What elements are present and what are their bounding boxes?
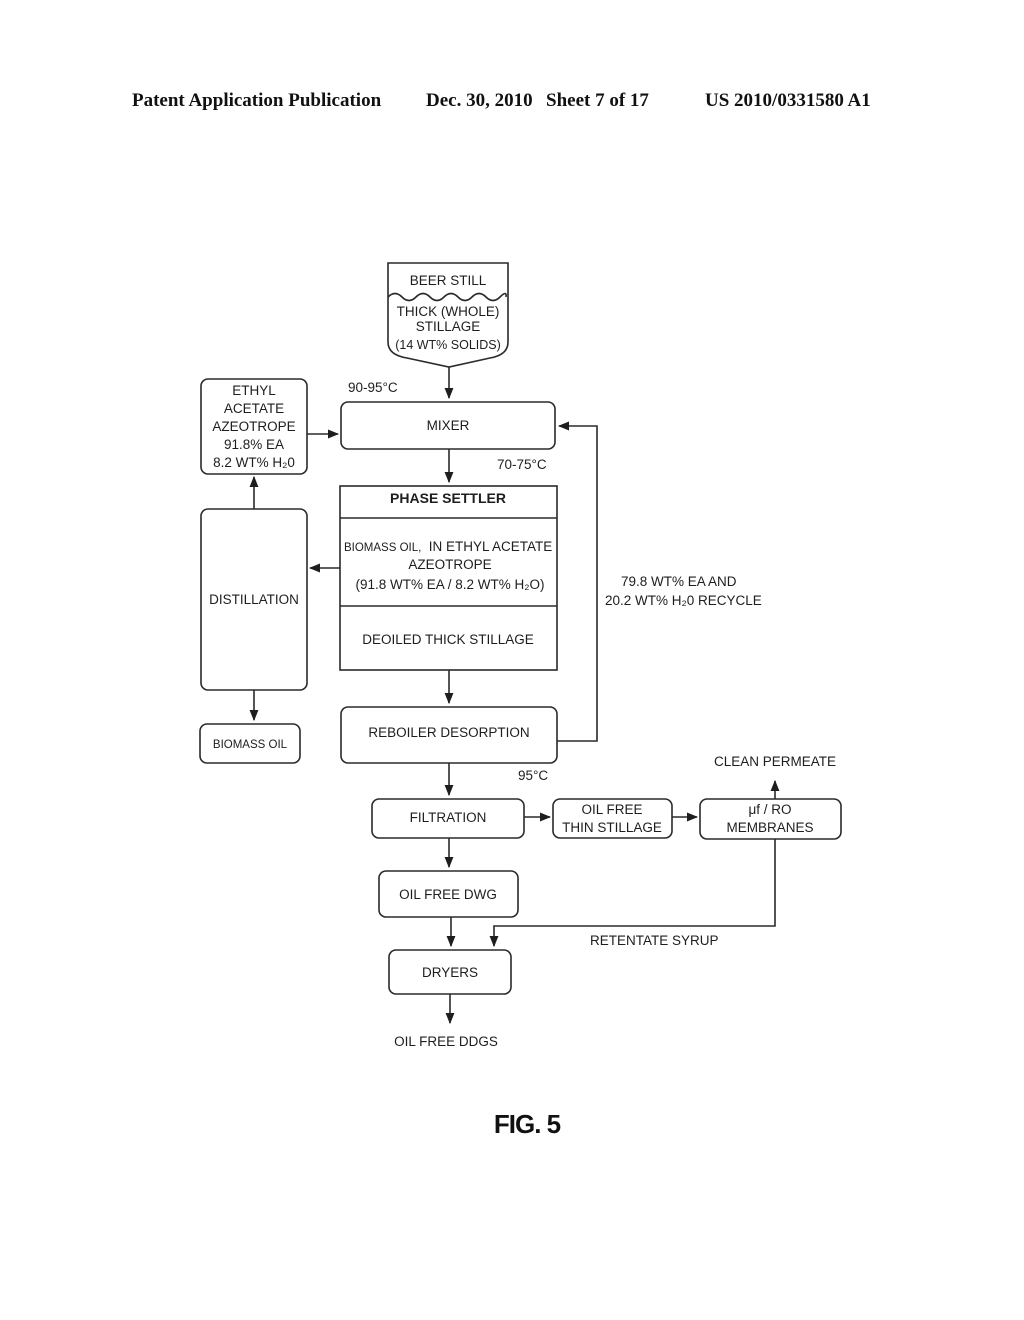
oil-free-dwg-label: OIL FREE DWG — [399, 887, 497, 902]
membranes-line1: μf / RO — [748, 802, 791, 817]
reboiler-label: REBOILER DESORPTION — [368, 725, 529, 740]
recycle-line — [557, 421, 598, 742]
ea-line3: AZEOTROPE — [212, 419, 295, 434]
retentate-label: RETENTATE SYRUP — [590, 933, 719, 948]
figure-label: FIG. 5 — [494, 1109, 561, 1139]
recycle-line2: 20.2 WT% H₂0 RECYCLE — [605, 593, 762, 608]
ea-line4: 91.8% EA — [224, 437, 284, 452]
ddgs-label: OIL FREE DDGS — [394, 1034, 498, 1049]
deoiled-stillage: DEOILED THICK STILLAGE — [362, 632, 534, 647]
reboiler-box: REBOILER DESORPTION — [340, 706, 558, 764]
dryers-label: DRYERS — [422, 965, 478, 980]
biomass-oil-label: BIOMASS OIL — [213, 739, 288, 751]
settler-line3: (91.8 WT% EA / 8.2 WT% H₂O) — [355, 577, 544, 592]
temp-mixer-in: 90-95°C — [348, 380, 398, 395]
ea-line2: ACETATE — [224, 401, 284, 416]
clean-permeate-label: CLEAN PERMEATE — [714, 754, 836, 769]
settler-line2: AZEOTROPE — [408, 557, 491, 572]
in-ethyl-acetate: IN ETHYL ACETATE — [429, 539, 553, 554]
distillation-label: DISTILLATION — [209, 592, 299, 607]
membranes-line2: MEMBRANES — [726, 820, 813, 835]
beer-still-line1: THICK (WHOLE) — [397, 304, 500, 319]
process-flow-diagram: BEER STILL THICK (WHOLE) STILLAGE (14 WT… — [199, 262, 842, 1139]
ea-line5: 8.2 WT% H₂0 — [213, 455, 295, 470]
distillation-box: DISTILLATION — [200, 508, 308, 691]
thin-stillage-box: OIL FREE THIN STILLAGE — [552, 798, 673, 839]
filtration-label: FILTRATION — [410, 810, 487, 825]
beer-still-line3: (14 WT% SOLIDS) — [395, 338, 501, 352]
membranes-box: μf / RO MEMBRANES — [699, 798, 842, 840]
thin-stillage-line1: OIL FREE — [581, 802, 642, 817]
recycle-line1: 79.8 WT% EA AND — [621, 574, 737, 589]
biomass-oil-box: BIOMASS OIL — [199, 723, 301, 764]
phase-settler-title: PHASE SETTLER — [390, 490, 506, 506]
mixer-box: MIXER — [340, 401, 556, 450]
oil-free-dwg-box: OIL FREE DWG — [378, 870, 519, 918]
beer-still-line2: STILLAGE — [416, 319, 481, 334]
temp-mixer-out: 70-75°C — [497, 457, 547, 472]
dryers-box: DRYERS — [388, 949, 512, 995]
retentate-line — [489, 839, 776, 948]
temp-reboiler-out: 95°C — [518, 768, 548, 783]
filtration-box: FILTRATION — [371, 798, 525, 839]
ea-line1: ETHYL — [232, 383, 276, 398]
mixer-label: MIXER — [427, 418, 470, 433]
phase-settler-box: PHASE SETTLER BIOMASS OIL, IN ETHYL ACET… — [339, 485, 558, 671]
ethyl-acetate-box: ETHYL ACETATE AZEOTROPE 91.8% EA 8.2 WT%… — [200, 378, 308, 475]
biomass-oil-small: BIOMASS OIL, — [344, 542, 421, 554]
beer-still-title: BEER STILL — [410, 273, 487, 288]
thin-stillage-line2: THIN STILLAGE — [562, 820, 662, 835]
beer-still-vessel: BEER STILL THICK (WHOLE) STILLAGE (14 WT… — [387, 262, 509, 368]
